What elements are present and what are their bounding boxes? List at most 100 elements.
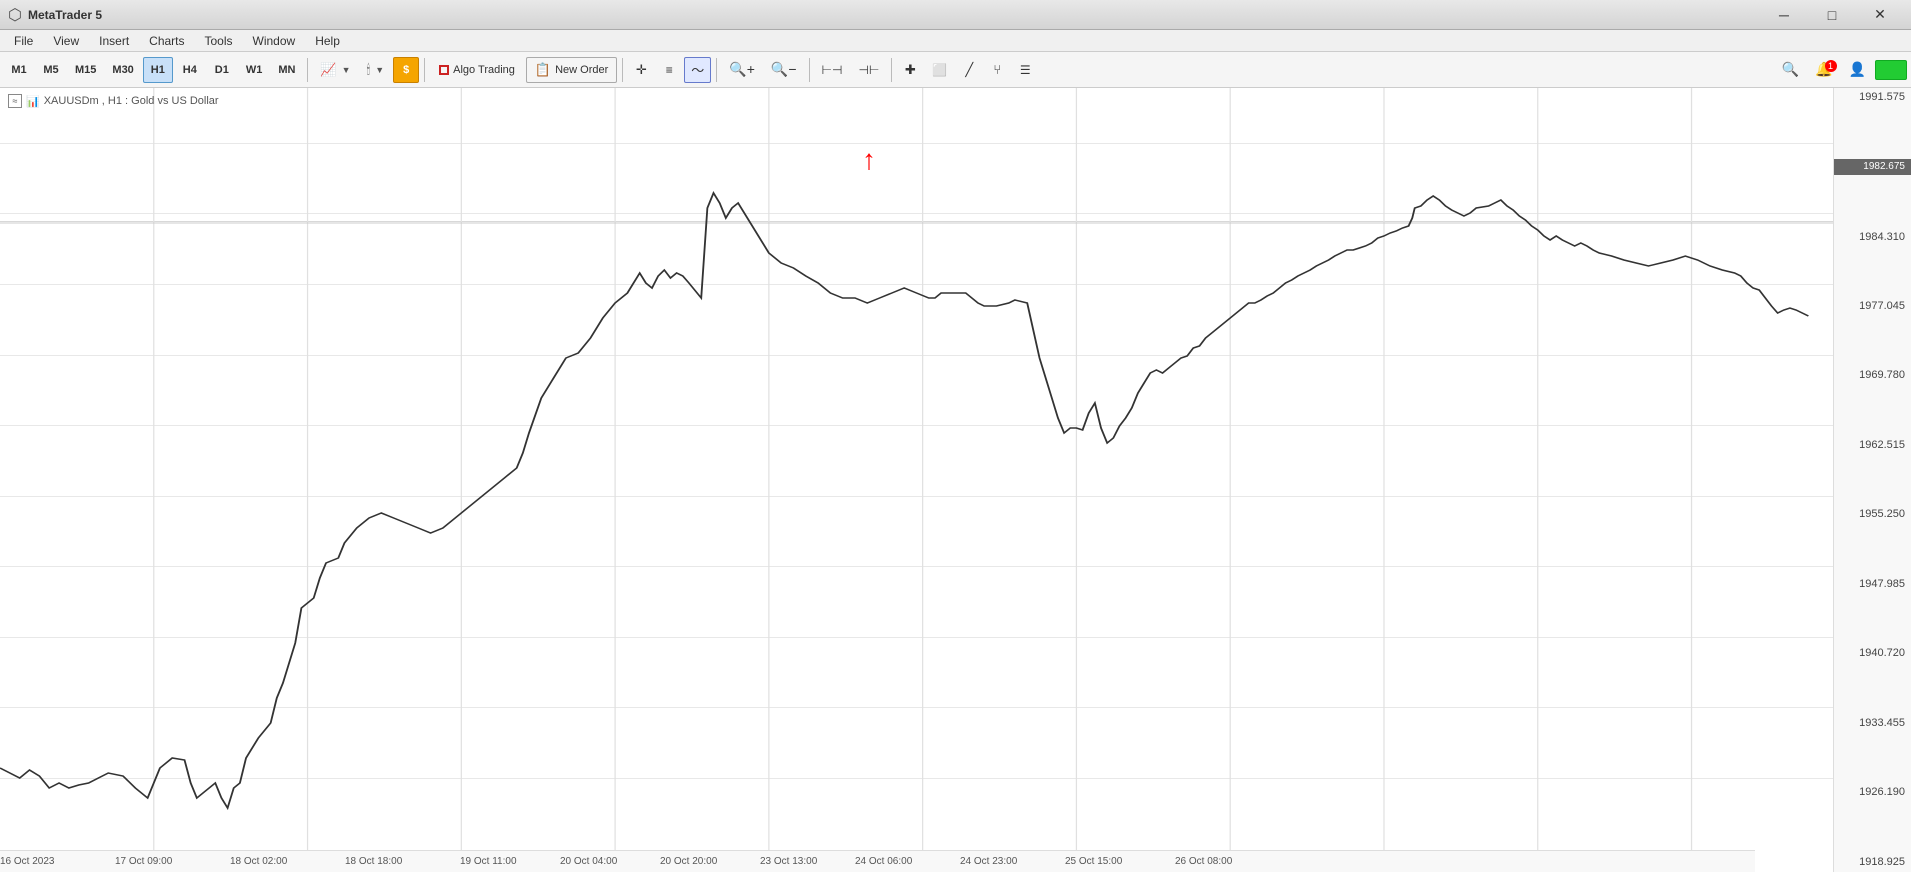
time-label-0: 16 Oct 2023 — [0, 856, 54, 867]
title-bar: ⬡ MetaTrader 5 ─ □ ✕ — [0, 0, 1911, 30]
price-1962: 1962.515 — [1834, 438, 1911, 453]
price-1926: 1926.190 — [1834, 785, 1911, 800]
price-1947: 1947.985 — [1834, 577, 1911, 592]
price-1940: 1940.720 — [1834, 646, 1911, 661]
menu-charts[interactable]: Charts — [139, 32, 194, 50]
algo-icon — [439, 65, 449, 75]
scroll-right-button[interactable]: ⊣⊢ — [851, 57, 886, 83]
lines-icon: ☰ — [1020, 63, 1031, 77]
levels-button[interactable]: ≡ — [656, 57, 682, 83]
menu-tools[interactable]: Tools — [195, 32, 243, 50]
tf-m30[interactable]: M30 — [105, 57, 140, 83]
sep3 — [622, 58, 623, 82]
chart-icon2: 📊 — [26, 95, 40, 108]
zoom-in-icon: 🔍+ — [729, 61, 755, 78]
bar-type-button[interactable]: 🕯 ▼ — [360, 57, 392, 83]
price-chart-svg — [0, 88, 1833, 872]
menu-view[interactable]: View — [43, 32, 89, 50]
chart-symbol-timeframe: XAUUSDm , H1 : Gold vs US Dollar — [44, 95, 219, 107]
toolbar: M1 M5 M15 M30 H1 H4 D1 W1 MN 📈 ▼ 🕯 ▼ $ A… — [0, 52, 1911, 88]
gold-button[interactable]: $ — [393, 57, 419, 83]
tf-mn[interactable]: MN — [271, 57, 302, 83]
price-1991: 1991.575 — [1834, 90, 1911, 105]
zoom-out-icon: 🔍− — [771, 61, 797, 78]
notifications-button[interactable]: 🔔 1 — [1808, 57, 1839, 83]
menu-window[interactable]: Window — [243, 32, 306, 50]
line-chart-icon: 〜 — [691, 60, 704, 79]
tf-m5[interactable]: M5 — [36, 57, 66, 83]
candlestick-icon: 🕯 — [367, 62, 371, 78]
price-1969: 1969.780 — [1834, 368, 1911, 383]
time-label-3: 18 Oct 18:00 — [345, 856, 402, 867]
sep2 — [424, 58, 425, 82]
zoom-out-button[interactable]: 🔍− — [764, 57, 804, 83]
chart-container[interactable]: ≈ 📊 XAUUSDm , H1 : Gold vs US Dollar — [0, 88, 1833, 872]
account-button[interactable]: 👤 — [1842, 57, 1873, 83]
time-label-5: 20 Oct 04:00 — [560, 856, 617, 867]
price-1955: 1955.250 — [1834, 507, 1911, 522]
search-button[interactable]: 🔍 — [1775, 57, 1806, 83]
time-label-2: 18 Oct 02:00 — [230, 856, 287, 867]
app-logo: ⬡ — [8, 5, 22, 25]
tf-h4[interactable]: H4 — [175, 57, 205, 83]
linechart-icon: 📈 — [320, 62, 336, 78]
tf-m1[interactable]: M1 — [4, 57, 34, 83]
crosshair2-button[interactable]: ✚ — [897, 57, 923, 83]
rectangle-button[interactable]: ⬜ — [925, 57, 954, 83]
sep4 — [716, 58, 717, 82]
time-label-1: 17 Oct 09:00 — [115, 856, 172, 867]
title-bar-left: ⬡ MetaTrader 5 — [8, 5, 102, 25]
new-order-button[interactable]: 📋 New Order — [526, 57, 617, 83]
zoom-in-button[interactable]: 🔍+ — [722, 57, 762, 83]
price-current: 1982.675 — [1834, 159, 1911, 175]
chart-type-button[interactable]: 📈 ▼ — [313, 57, 357, 83]
fork-button[interactable]: ⑂ — [984, 57, 1010, 83]
time-label-8: 24 Oct 06:00 — [855, 856, 912, 867]
crosshair-icon: ✛ — [636, 62, 647, 78]
chart-wrapper: ↑ ≈ 📊 XAUUSDm , H1 : Gold vs US Dollar — [0, 88, 1911, 872]
algo-trading-button[interactable]: Algo Trading — [430, 57, 524, 83]
close-button[interactable]: ✕ — [1857, 1, 1903, 29]
time-label-6: 20 Oct 20:00 — [660, 856, 717, 867]
time-label-4: 19 Oct 11:00 — [460, 856, 517, 867]
tf-m15[interactable]: M15 — [68, 57, 103, 83]
search-icon: 🔍 — [1782, 61, 1799, 78]
status-indicator — [1875, 60, 1907, 80]
tf-h1[interactable]: H1 — [143, 57, 173, 83]
trendline-icon: ╱ — [965, 62, 973, 78]
minimize-button[interactable]: ─ — [1761, 1, 1807, 29]
levels-icon: ≡ — [666, 63, 673, 77]
price-1977: 1977.045 — [1834, 299, 1911, 314]
tf-d1[interactable]: D1 — [207, 57, 237, 83]
tf-w1[interactable]: W1 — [239, 57, 270, 83]
linechart-active-button[interactable]: 〜 — [684, 57, 711, 83]
scroll-right-icon: ⊣⊢ — [858, 63, 879, 77]
menu-bar: File View Insert Charts Tools Window Hel… — [0, 30, 1911, 52]
new-order-icon: 📋 — [535, 62, 551, 78]
price-1918: 1918.925 — [1834, 855, 1911, 870]
chevron-down-icon2: ▼ — [375, 65, 384, 75]
notification-badge: 1 — [1825, 60, 1837, 72]
price-1984: 1984.310 — [1834, 230, 1911, 245]
sep5 — [809, 58, 810, 82]
menu-help[interactable]: Help — [305, 32, 350, 50]
more-tools-button[interactable]: ☰ — [1012, 57, 1038, 83]
price-1933: 1933.455 — [1834, 716, 1911, 731]
time-label-11: 26 Oct 08:00 — [1175, 856, 1232, 867]
scroll-left-button[interactable]: ⊢⊣ — [815, 57, 850, 83]
trendline-button[interactable]: ╱ — [956, 57, 982, 83]
scroll-left-icon: ⊢⊣ — [822, 63, 843, 77]
menu-file[interactable]: File — [4, 32, 43, 50]
chevron-down-icon: ▼ — [342, 65, 351, 75]
chart-label: ≈ 📊 XAUUSDm , H1 : Gold vs US Dollar — [8, 94, 219, 108]
account-icon: 👤 — [1849, 61, 1866, 78]
fork-icon: ⑂ — [993, 62, 1001, 77]
title-bar-title: MetaTrader 5 — [28, 8, 102, 22]
sep1 — [307, 58, 308, 82]
crosshair-button[interactable]: ✛ — [628, 57, 654, 83]
maximize-button[interactable]: □ — [1809, 1, 1855, 29]
new-order-label: New Order — [555, 64, 608, 76]
time-label-10: 25 Oct 15:00 — [1065, 856, 1122, 867]
menu-insert[interactable]: Insert — [89, 32, 139, 50]
algo-trading-label: Algo Trading — [453, 64, 515, 76]
